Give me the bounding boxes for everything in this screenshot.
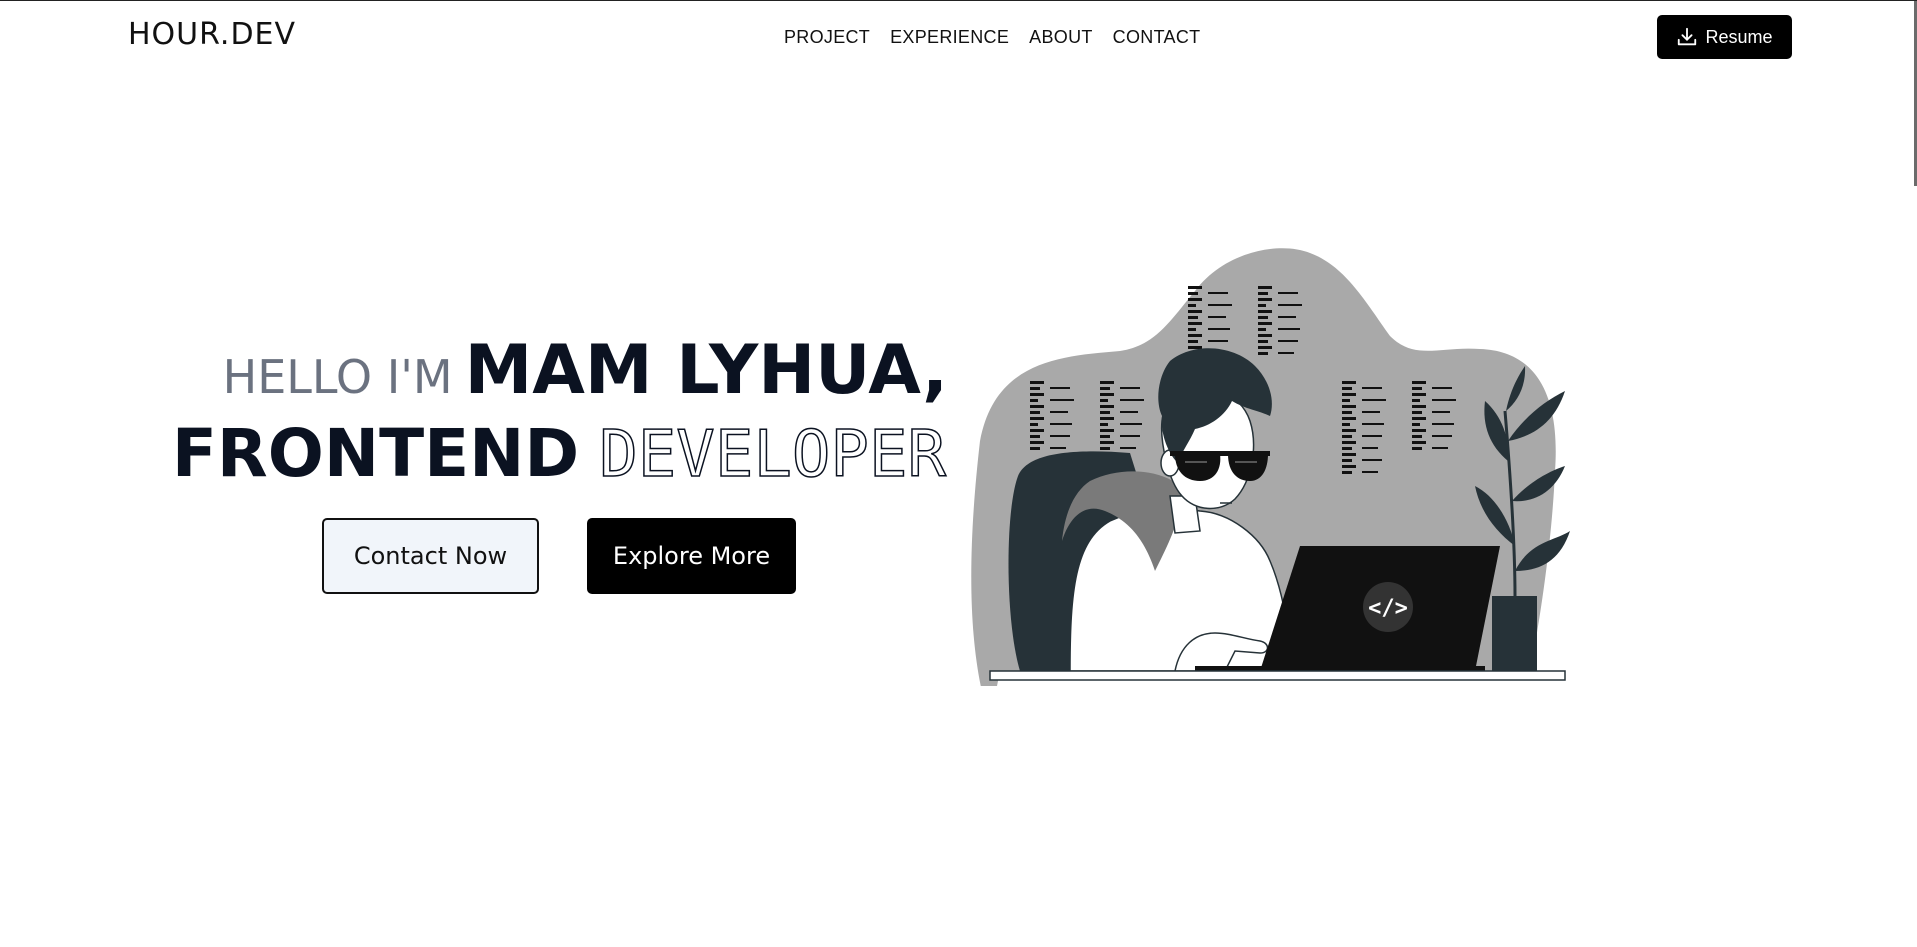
hero-name: MAM LYHUA,: [464, 331, 948, 410]
desk: [989, 670, 1566, 681]
nav-link-contact[interactable]: CONTACT: [1113, 27, 1201, 48]
hero-role-solid: FRONTEND: [171, 415, 580, 492]
nav-link-project[interactable]: PROJECT: [784, 27, 870, 48]
resume-label: Resume: [1705, 26, 1773, 47]
top-nav: HOUR.DEV PROJECT EXPERIENCE ABOUT CONTAC…: [0, 1, 1917, 73]
hero-role-outline: DEVELOPER: [598, 417, 946, 493]
site-logo[interactable]: HOUR.DEV: [128, 17, 296, 52]
download-icon: [1678, 27, 1697, 46]
nav-link-experience[interactable]: EXPERIENCE: [890, 27, 1009, 48]
resume-button[interactable]: Resume: [1657, 15, 1792, 59]
explore-more-button[interactable]: Explore More: [587, 518, 796, 594]
code-glyph: </>: [1368, 596, 1408, 621]
hero-heading-line-2: FRONTEND DEVELOPER: [171, 415, 947, 493]
hero-heading-line-1: HELLO I'M MAM LYHUA,: [223, 331, 948, 410]
nav-link-about[interactable]: ABOUT: [1029, 27, 1093, 48]
nav-menu: PROJECT EXPERIENCE ABOUT CONTACT: [784, 27, 1200, 48]
page: HOUR.DEV PROJECT EXPERIENCE ABOUT CONTAC…: [0, 0, 1917, 947]
hero-greeting: HELLO I'M: [222, 350, 453, 404]
developer-illustration: </>: [971, 248, 1570, 686]
contact-now-button[interactable]: Contact Now: [322, 518, 539, 594]
